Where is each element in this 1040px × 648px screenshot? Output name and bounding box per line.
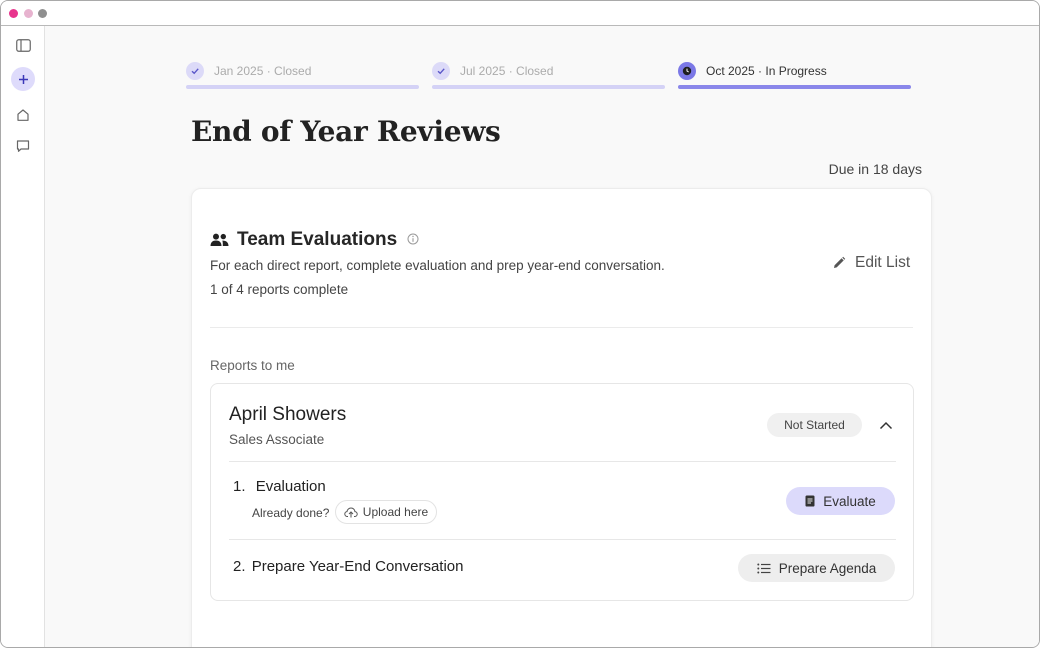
report-role: Sales Associate [229,432,325,447]
chevron-up-icon [879,421,893,429]
new-item-button[interactable] [11,67,35,91]
sidebar-toggle-button[interactable] [11,33,35,57]
plus-icon [18,74,28,84]
section-divider [210,327,913,328]
maximize-window-dot[interactable] [38,9,47,18]
task-number: 2. [233,558,246,575]
upload-button[interactable]: Upload here [335,500,437,524]
due-date-text: Due in 18 days [828,161,922,177]
home-icon [17,109,29,121]
review-cycle-stepper: Jan 2025 · Closed Jul 2025 · Closed Oct … [186,61,912,91]
completion-status: 1 of 4 reports complete [210,282,349,297]
minimize-window-dot[interactable] [24,9,33,18]
task-title: Evaluation [255,478,326,495]
already-done-text: Already done? [252,506,330,520]
check-icon [432,62,450,80]
task-number: 1. [233,478,246,495]
status-badge: Not Started [767,413,862,437]
page-title: End of Year Reviews [191,115,501,148]
section-label: Reports to me [210,358,295,373]
step-label: Jul 2025 · Closed [460,64,554,78]
clock-icon [678,62,696,80]
upload-label: Upload here [362,505,429,519]
sidebar-toggle-icon [15,38,31,52]
collapse-button[interactable] [876,415,896,435]
close-window-dot[interactable] [9,9,18,18]
report-item-april-showers: April Showers Sales Associate Not Starte… [210,383,914,601]
sidebar [1,26,45,647]
prepare-agenda-label: Prepare Agenda [778,560,877,576]
home-button[interactable] [11,103,35,127]
people-icon [210,233,229,246]
main-content: Jan 2025 · Closed Jul 2025 · Closed Oct … [46,27,1039,647]
cloud-upload-icon [344,506,358,517]
prepare-agenda-button[interactable]: Prepare Agenda [738,554,895,582]
edit-list-label: Edit List [855,254,911,271]
document-icon [805,495,815,507]
app-window: Jan 2025 · Closed Jul 2025 · Closed Oct … [0,0,1040,648]
step-progress-bar [186,85,419,89]
evaluate-button[interactable]: Evaluate [786,487,895,515]
check-icon [186,62,204,80]
info-icon[interactable] [407,233,419,245]
task-evaluation-title: 1. Evaluation [233,478,326,495]
team-evaluations-card: Team Evaluations For each direct report,… [191,188,932,647]
list-icon [757,563,771,573]
report-name: April Showers [229,404,347,425]
task-conversation-title: 2. Prepare Year-End Conversation [233,558,464,575]
task-title: Prepare Year-End Conversation [251,558,464,575]
pencil-icon [834,256,846,268]
evaluate-label: Evaluate [823,493,876,509]
chat-icon [16,140,30,152]
step-progress-bar [678,85,911,89]
card-title: Team Evaluations [237,229,398,250]
step-progress-bar [432,85,665,89]
row-divider [229,539,896,540]
messages-button[interactable] [11,134,35,158]
title-bar [1,1,1039,26]
step-label: Jan 2025 · Closed [214,64,312,78]
row-divider [229,461,896,462]
card-description: For each direct report, complete evaluat… [210,258,665,273]
edit-list-button[interactable]: Edit List [832,252,910,274]
step-label: Oct 2025 · In Progress [706,64,827,78]
